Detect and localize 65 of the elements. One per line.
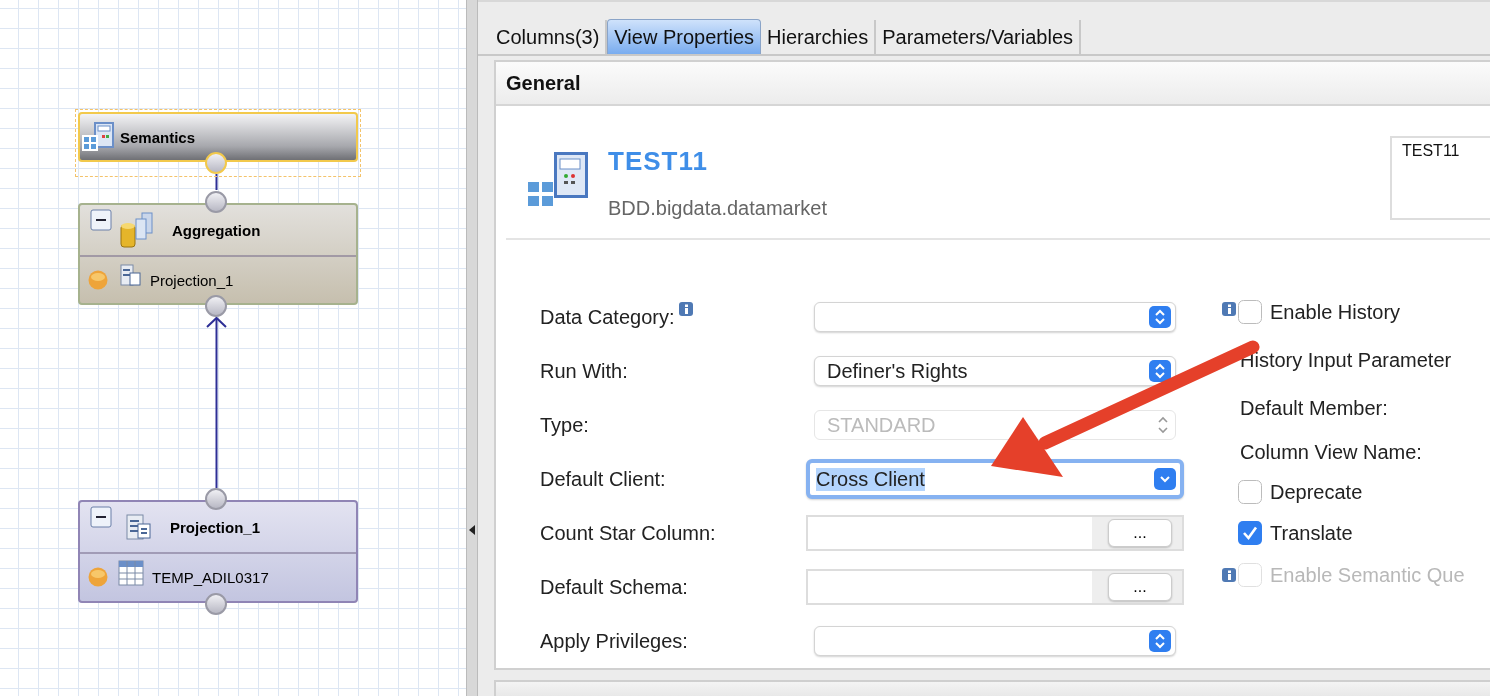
option-label: Translate: [1270, 521, 1353, 545]
input-field[interactable]: ...: [806, 569, 1184, 605]
input-source: Projection_1: [150, 271, 234, 289]
dropdown[interactable]: Definer's Rights: [814, 356, 1176, 386]
field-label: Column View Name:: [1240, 440, 1422, 464]
field-label: Default Client:: [540, 467, 666, 491]
option-label: Enable History: [1270, 300, 1401, 324]
checkbox[interactable]: [1238, 300, 1262, 324]
field-label: Default Schema:: [540, 575, 688, 599]
input-source: TEMP_ADIL0317: [152, 568, 269, 586]
field-label: Type:: [540, 413, 589, 437]
projection-icon: [126, 514, 152, 540]
port[interactable]: [205, 488, 227, 510]
field-label: History Input Parameter: [1240, 348, 1452, 372]
connector-line: [215, 173, 218, 191]
aggregation-node[interactable]: Aggregation Projection_1: [78, 203, 358, 305]
stepper-icon: [1155, 415, 1171, 435]
projection-icon: [120, 264, 142, 288]
port[interactable]: [205, 593, 227, 615]
info-icon: [1222, 568, 1236, 582]
info-icon: [1222, 302, 1236, 316]
stepper-icon: [1149, 306, 1171, 328]
field-label: Apply Privileges:: [540, 629, 688, 653]
status-dot-icon: [88, 567, 108, 587]
section-header: General: [496, 62, 1490, 106]
aggregation-icon: [120, 211, 154, 249]
dropdown[interactable]: [814, 626, 1176, 656]
node-title: Semantics: [120, 128, 196, 146]
field-label: Default Member:: [1240, 396, 1388, 420]
chevron-down-icon: [1154, 468, 1176, 490]
browse-button[interactable]: ...: [1108, 519, 1172, 547]
stepper-icon: [1149, 630, 1171, 652]
browse-button[interactable]: ...: [1108, 573, 1172, 601]
semantics-node[interactable]: Semantics: [78, 112, 358, 162]
checkbox[interactable]: [1238, 521, 1262, 545]
calculation-view-icon: [528, 152, 590, 208]
dropdown[interactable]: Cross Client: [806, 459, 1184, 499]
stepper-icon: [1149, 360, 1171, 382]
port[interactable]: [205, 191, 227, 213]
node-title: Projection_1: [170, 518, 261, 536]
collapse-arrow-icon[interactable]: [469, 525, 475, 535]
tab[interactable]: Hierarchies: [761, 20, 877, 54]
package-name: BDD.bigdata.datamarket: [608, 197, 827, 220]
table-icon: [118, 560, 144, 586]
semantics-icon: [82, 121, 116, 153]
field-label: Run With:: [540, 359, 628, 383]
field-label: Count Star Column:: [540, 521, 716, 545]
info-icon: [678, 302, 693, 316]
port[interactable]: [205, 152, 227, 174]
collapse-icon[interactable]: [90, 209, 112, 231]
node-title: Aggregation: [172, 221, 261, 239]
checkbox[interactable]: [1238, 480, 1262, 504]
view-name: TEST11: [608, 146, 709, 177]
status-dot-icon: [88, 270, 108, 290]
port[interactable]: [205, 295, 227, 317]
input-field[interactable]: ...: [806, 515, 1184, 551]
label-field[interactable]: TEST11: [1390, 136, 1490, 220]
projection-node[interactable]: Projection_1 TEMP_ADIL0317: [78, 500, 358, 603]
field-label: Data Category:: [540, 305, 675, 329]
tab[interactable]: Parameters/Variables: [876, 20, 1082, 54]
collapse-icon[interactable]: [90, 506, 112, 528]
dropdown[interactable]: [814, 302, 1176, 332]
option-label: Deprecate: [1270, 480, 1363, 504]
tab[interactable]: View Properties: [607, 19, 762, 54]
option-label: Enable Semantic Que: [1270, 563, 1465, 587]
